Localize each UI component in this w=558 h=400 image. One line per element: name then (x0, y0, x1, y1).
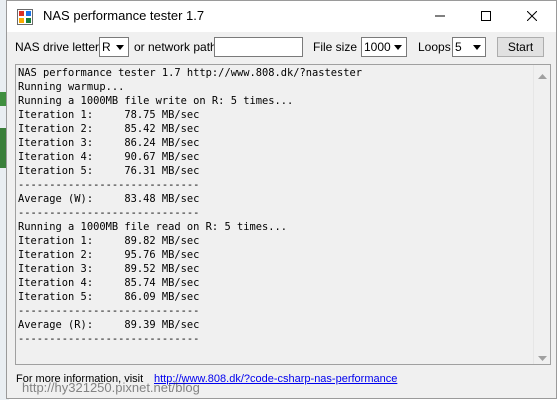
scroll-down-button[interactable] (534, 347, 550, 364)
maximize-button[interactable] (463, 1, 509, 31)
more-info-label: For more information, visit (16, 373, 144, 385)
file-size-label: File size (313, 40, 358, 54)
drive-letter-select[interactable]: R (99, 37, 129, 57)
toolbar: NAS drive letter R or network path File … (7, 32, 556, 62)
chevron-down-icon (112, 38, 128, 56)
project-link[interactable]: http://www.808.dk/?code-csharp-nas-perfo… (154, 373, 397, 385)
network-path-label: or network path (134, 40, 217, 54)
chevron-up-icon (537, 64, 547, 83)
chevron-down-icon (469, 38, 485, 56)
loops-select[interactable]: 5 (452, 37, 486, 57)
close-button[interactable] (509, 1, 555, 31)
chevron-down-icon (537, 346, 547, 365)
window-title: NAS performance tester 1.7 (43, 8, 205, 23)
file-size-value: 1000 (364, 40, 391, 54)
network-path-input[interactable] (214, 37, 303, 57)
drive-letter-value: R (102, 40, 111, 54)
output-log[interactable]: NAS performance tester 1.7 http://www.80… (15, 64, 551, 365)
title-bar[interactable]: NAS performance tester 1.7 (7, 1, 556, 32)
loops-label: Loops (418, 40, 451, 54)
scroll-up-button[interactable] (534, 65, 550, 82)
loops-value: 5 (455, 40, 462, 54)
file-size-select[interactable]: 1000 (361, 37, 407, 57)
close-icon (527, 11, 537, 21)
output-log-text[interactable]: NAS performance tester 1.7 http://www.80… (18, 66, 532, 364)
app-icon (17, 9, 33, 25)
start-button[interactable]: Start (497, 37, 544, 57)
maximize-icon (481, 11, 491, 21)
chevron-down-icon (390, 38, 406, 56)
vertical-scrollbar[interactable] (533, 65, 550, 364)
app-window: NAS performance tester 1.7 NAS drive let… (6, 0, 557, 399)
minimize-icon (435, 11, 445, 21)
minimize-button[interactable] (417, 1, 463, 31)
drive-letter-label: NAS drive letter (15, 40, 100, 54)
